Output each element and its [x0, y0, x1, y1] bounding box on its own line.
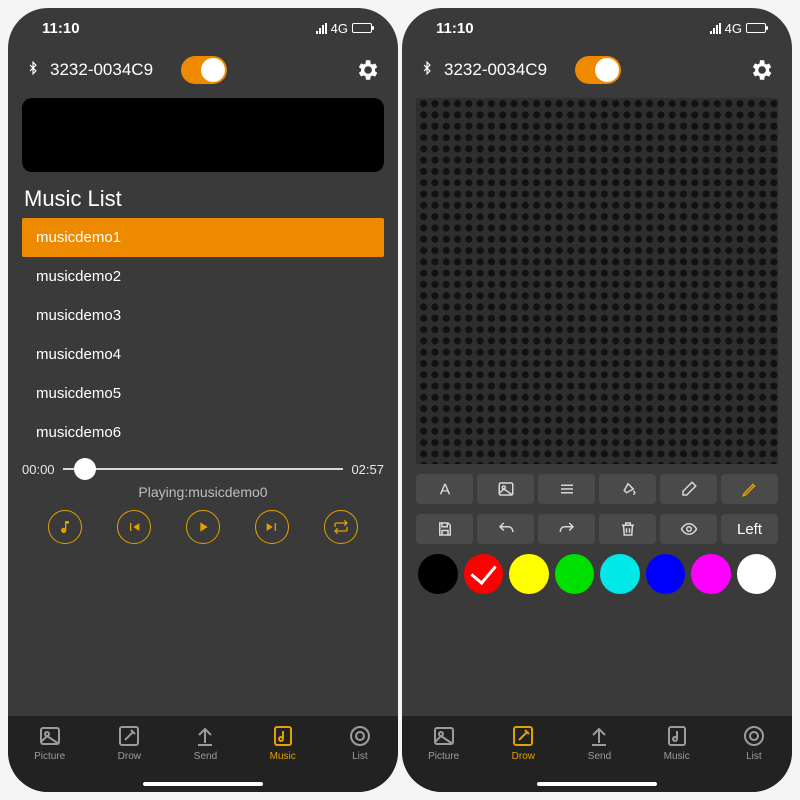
power-toggle[interactable]	[575, 56, 621, 84]
signal-icon	[710, 23, 721, 34]
swatch-green[interactable]	[555, 554, 595, 594]
tab-send[interactable]: Send	[193, 724, 217, 762]
status-right: 4G	[710, 21, 766, 36]
home-indicator[interactable]	[537, 782, 657, 786]
net-label: 4G	[331, 21, 348, 36]
undo-tool[interactable]	[477, 514, 534, 544]
tab-picture[interactable]: Picture	[34, 724, 65, 762]
tab-bar: Picture Drow Send Music List	[8, 716, 398, 792]
time-total: 02:57	[351, 462, 384, 477]
now-playing: Playing:musicdemo0	[22, 484, 384, 500]
prev-button[interactable]	[117, 510, 151, 544]
redo-tool[interactable]	[538, 514, 595, 544]
color-swatches	[416, 554, 778, 594]
swatch-black[interactable]	[418, 554, 458, 594]
content-draw: Left	[402, 98, 792, 716]
save-tool[interactable]	[416, 514, 473, 544]
tool-row-2: Left	[416, 514, 778, 544]
power-toggle[interactable]	[181, 56, 227, 84]
image-tool[interactable]	[477, 474, 534, 504]
tab-music[interactable]: Music	[664, 724, 690, 762]
fill-tool[interactable]	[599, 474, 656, 504]
time-current: 00:00	[22, 462, 55, 477]
tab-drow[interactable]: Drow	[511, 724, 535, 762]
settings-icon[interactable]	[354, 57, 380, 83]
battery-icon	[746, 23, 766, 33]
tool-row-1	[416, 474, 778, 504]
phone-music: 11:10 4G 3232-0034C9 Music List musicdem…	[8, 8, 398, 792]
content-music: Music List musicdemo1 musicdemo2 musicde…	[8, 98, 398, 716]
repeat-button[interactable]	[324, 510, 358, 544]
pixel-canvas[interactable]	[416, 98, 778, 464]
signal-icon	[316, 23, 327, 34]
battery-icon	[352, 23, 372, 33]
status-bar: 11:10 4G	[8, 8, 398, 48]
swatch-red[interactable]	[464, 554, 504, 594]
eraser-tool[interactable]	[660, 474, 717, 504]
status-time: 11:10	[42, 20, 80, 37]
swatch-cyan[interactable]	[600, 554, 640, 594]
device-id: 3232-0034C9	[50, 60, 153, 80]
tab-list[interactable]: List	[742, 724, 766, 762]
music-list: musicdemo1 musicdemo2 musicdemo3 musicde…	[22, 218, 384, 452]
header: 3232-0034C9	[8, 48, 398, 98]
list-item[interactable]: musicdemo6	[22, 413, 384, 452]
list-item[interactable]: musicdemo1	[22, 218, 384, 257]
swatch-magenta[interactable]	[691, 554, 731, 594]
direction-tool[interactable]: Left	[721, 514, 778, 544]
tab-send[interactable]: Send	[587, 724, 611, 762]
tab-picture[interactable]: Picture	[428, 724, 459, 762]
status-bar: 11:10 4G	[402, 8, 792, 48]
progress-row: 00:00 02:57	[22, 458, 384, 480]
header: 3232-0034C9	[402, 48, 792, 98]
phone-draw: 11:10 4G 3232-0034C9	[402, 8, 792, 792]
net-label: 4G	[725, 21, 742, 36]
list-item[interactable]: musicdemo5	[22, 374, 384, 413]
bluetooth-icon	[26, 61, 40, 79]
trash-tool[interactable]	[599, 514, 656, 544]
preview-tool[interactable]	[660, 514, 717, 544]
text-tool[interactable]	[416, 474, 473, 504]
status-right: 4G	[316, 21, 372, 36]
swatch-blue[interactable]	[646, 554, 686, 594]
swatch-yellow[interactable]	[509, 554, 549, 594]
tab-music[interactable]: Music	[270, 724, 296, 762]
list-item[interactable]: musicdemo4	[22, 335, 384, 374]
bluetooth-icon	[420, 61, 434, 79]
play-button[interactable]	[186, 510, 220, 544]
tab-drow[interactable]: Drow	[117, 724, 141, 762]
next-button[interactable]	[255, 510, 289, 544]
section-title: Music List	[24, 186, 384, 212]
led-preview	[22, 98, 384, 172]
swatch-white[interactable]	[737, 554, 777, 594]
list-item[interactable]: musicdemo2	[22, 257, 384, 296]
tab-list[interactable]: List	[348, 724, 372, 762]
lines-tool[interactable]	[538, 474, 595, 504]
settings-icon[interactable]	[748, 57, 774, 83]
device-id: 3232-0034C9	[444, 60, 547, 80]
status-time: 11:10	[436, 20, 474, 37]
list-item[interactable]: musicdemo3	[22, 296, 384, 335]
pencil-tool[interactable]	[721, 474, 778, 504]
player-controls	[22, 510, 384, 544]
tab-bar: Picture Drow Send Music List	[402, 716, 792, 792]
progress-slider[interactable]	[63, 458, 344, 480]
home-indicator[interactable]	[143, 782, 263, 786]
note-button[interactable]	[48, 510, 82, 544]
